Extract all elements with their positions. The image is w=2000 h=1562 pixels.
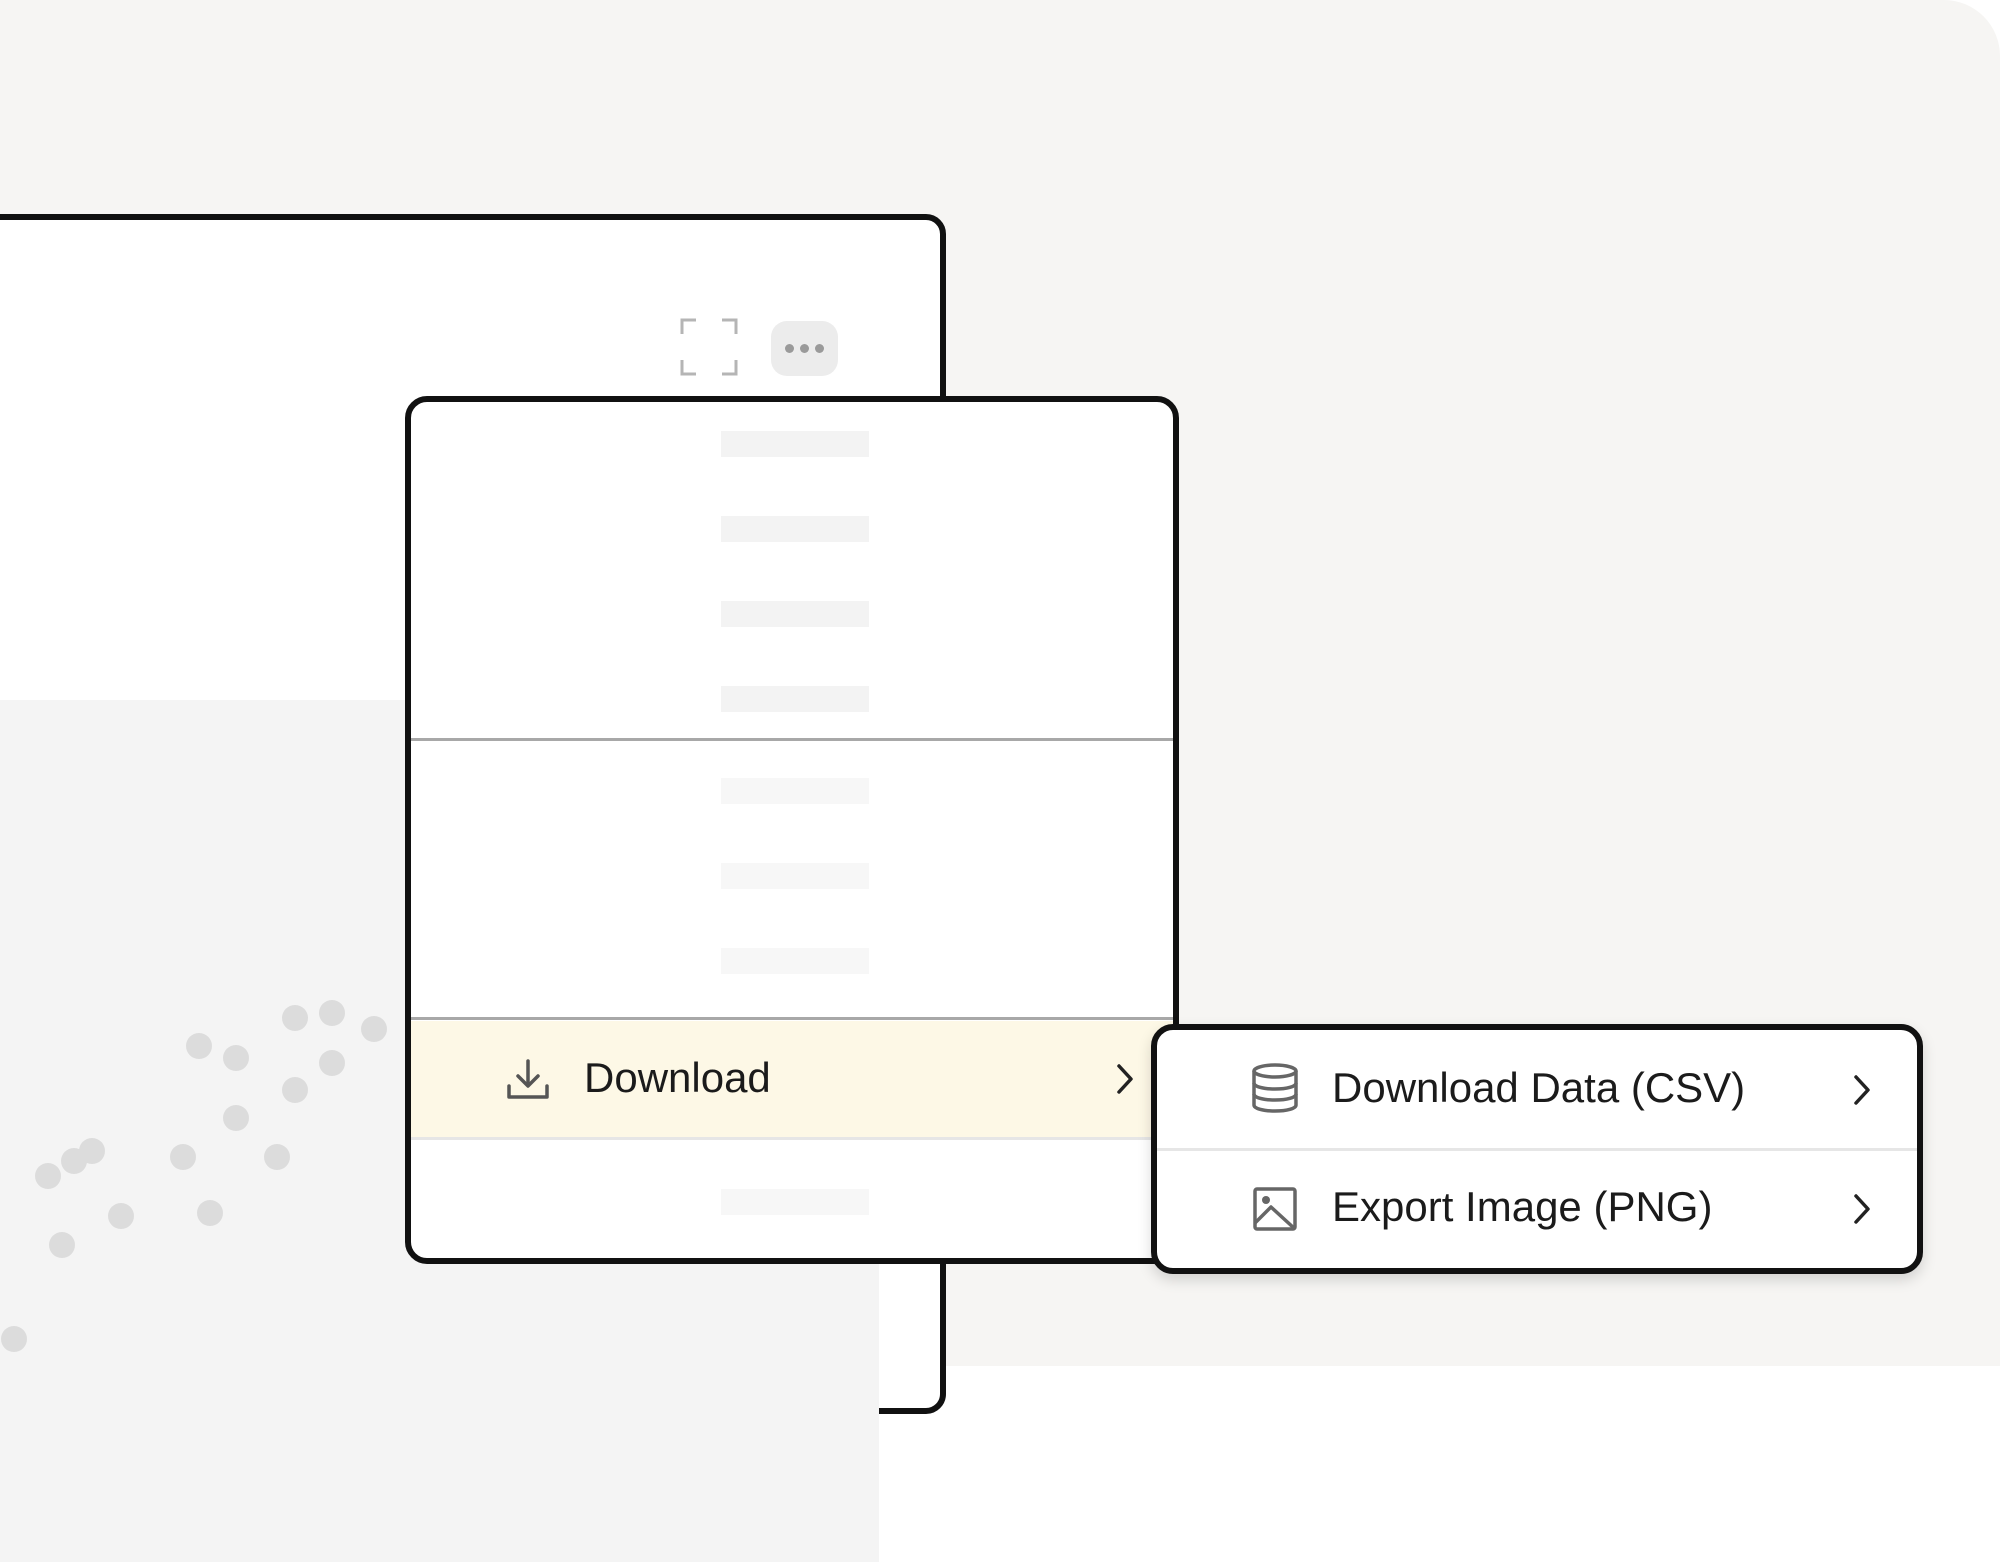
more-horizontal-icon (815, 344, 824, 353)
menu-item[interactable] (721, 1189, 869, 1215)
menu-item[interactable] (721, 601, 869, 627)
more-horizontal-icon (800, 344, 809, 353)
scatter-point (35, 1163, 61, 1189)
scatter-point (319, 1000, 345, 1026)
download-label: Download (584, 1054, 771, 1101)
scatter-point (197, 1200, 223, 1226)
scatter-point (319, 1050, 345, 1076)
chevron-right-icon (1117, 1064, 1133, 1094)
chevron-right-icon (1854, 1075, 1870, 1105)
menu-item[interactable] (721, 686, 869, 712)
menu-item[interactable] (721, 516, 869, 542)
menu-item[interactable] (721, 431, 869, 457)
download-csv-label: Download Data (CSV) (1332, 1064, 1746, 1111)
scatter-point (49, 1232, 75, 1258)
menu-item[interactable] (721, 948, 869, 974)
database-icon (1252, 1063, 1298, 1113)
menu-divider (411, 738, 1173, 741)
download-submenu: Download Data (CSV) Export Image (PNG) (1151, 1024, 1923, 1274)
menu-item[interactable] (721, 778, 869, 804)
scatter-point (223, 1045, 249, 1071)
download-menu-item[interactable]: Download (411, 1021, 1173, 1140)
scatter-point (282, 1005, 308, 1031)
scatter-point (186, 1033, 212, 1059)
download-icon (507, 1059, 549, 1099)
more-options-button[interactable] (771, 321, 838, 376)
scatter-point (108, 1203, 134, 1229)
fullscreen-icon[interactable] (680, 318, 738, 376)
options-menu: Download (405, 396, 1179, 1264)
scatter-point (282, 1077, 308, 1103)
export-png-label: Export Image (PNG) (1332, 1183, 1713, 1230)
menu-divider (411, 1017, 1173, 1020)
scatter-point (223, 1105, 249, 1131)
more-horizontal-icon (785, 344, 794, 353)
scatter-point (170, 1144, 196, 1170)
scatter-point (264, 1144, 290, 1170)
scatter-point (361, 1016, 387, 1042)
scatter-point (1, 1326, 27, 1352)
download-csv-menu-item[interactable]: Download Data (CSV) (1157, 1030, 1917, 1148)
chevron-right-icon (1854, 1194, 1870, 1224)
menu-item[interactable] (721, 863, 869, 889)
export-png-menu-item[interactable]: Export Image (PNG) (1157, 1148, 1917, 1269)
image-icon (1253, 1187, 1297, 1231)
scatter-point (61, 1148, 87, 1174)
